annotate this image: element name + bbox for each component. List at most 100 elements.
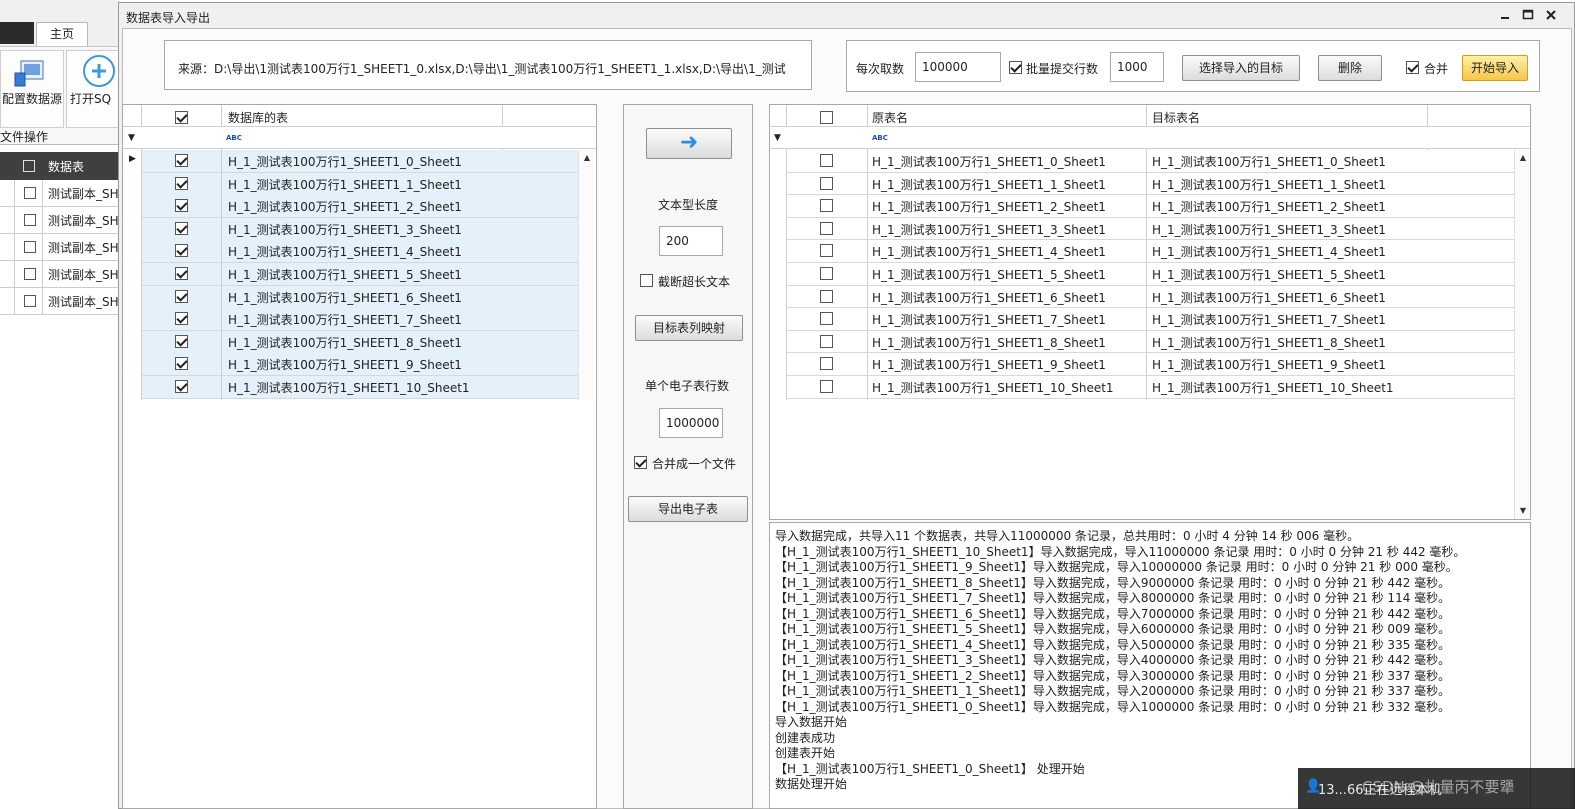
row-checkbox[interactable] bbox=[820, 334, 833, 348]
mapping-row[interactable]: H_1_测试表100万行1_SHEET1_8_Sheet1 H_1_测试表100万… bbox=[787, 331, 1514, 354]
target-table-name[interactable]: H_1_测试表100万行1_SHEET1_9_Sheet1 bbox=[1152, 356, 1386, 373]
row-checkbox[interactable] bbox=[175, 380, 188, 393]
left-grid-scrollbar[interactable]: ▲ bbox=[578, 150, 594, 400]
row-checkbox[interactable] bbox=[175, 199, 188, 213]
scroll-up-icon[interactable]: ▲ bbox=[1515, 150, 1531, 166]
mapping-row[interactable]: H_1_测试表100万行1_SHEET1_0_Sheet1 H_1_测试表100万… bbox=[787, 150, 1514, 173]
table-row[interactable]: H_1_测试表100万行1_SHEET1_8_Sheet1 bbox=[142, 330, 578, 354]
bg-row-checkbox[interactable] bbox=[24, 295, 36, 307]
row-checkbox[interactable] bbox=[820, 221, 833, 235]
table-row[interactable]: H_1_测试表100万行1_SHEET1_9_Sheet1 bbox=[142, 353, 578, 376]
row-checkbox[interactable] bbox=[175, 154, 188, 167]
source-path-label: 来源：D:\导出\1测试表100万行1_SHEET1_0.xlsx,D:\导出\… bbox=[178, 62, 786, 76]
row-checkbox[interactable] bbox=[820, 267, 833, 280]
row-checkbox[interactable] bbox=[175, 312, 188, 326]
table-row[interactable]: H_1_测试表100万行1_SHEET1_4_Sheet1 bbox=[142, 240, 578, 263]
target-table-name[interactable]: H_1_测试表100万行1_SHEET1_6_Sheet1 bbox=[1152, 289, 1386, 306]
bg-row[interactable]: 测试副本_SH bbox=[0, 234, 120, 261]
target-table-name[interactable]: H_1_测试表100万行1_SHEET1_0_Sheet1 bbox=[1152, 153, 1386, 170]
row-checkbox[interactable] bbox=[175, 176, 188, 190]
maximize-icon[interactable] bbox=[1520, 8, 1536, 22]
mapping-row[interactable]: H_1_测试表100万行1_SHEET1_7_Sheet1 H_1_测试表100万… bbox=[787, 308, 1514, 331]
text-filter-icon[interactable]: ABC bbox=[872, 134, 888, 142]
mapping-row[interactable]: H_1_测试表100万行1_SHEET1_5_Sheet1 H_1_测试表100万… bbox=[787, 263, 1514, 286]
table-row[interactable]: H_1_测试表100万行1_SHEET1_10_Sheet1 bbox=[142, 376, 578, 399]
target-table-name[interactable]: H_1_测试表100万行1_SHEET1_8_Sheet1 bbox=[1152, 334, 1386, 351]
table-name: H_1_测试表100万行1_SHEET1_7_Sheet1 bbox=[228, 313, 462, 328]
row-checkbox[interactable] bbox=[175, 289, 188, 303]
bulk-commit-checkbox[interactable] bbox=[1009, 61, 1022, 74]
delete-button[interactable]: 删除 bbox=[1318, 55, 1382, 81]
export-sheet-button[interactable]: 导出电子表 bbox=[628, 496, 748, 522]
target-table-name[interactable]: H_1_测试表100万行1_SHEET1_1_Sheet1 bbox=[1152, 176, 1386, 193]
truncate-checkbox[interactable] bbox=[640, 274, 653, 287]
mapping-row[interactable]: H_1_测试表100万行1_SHEET1_1_Sheet1 H_1_测试表100万… bbox=[787, 173, 1514, 196]
row-checkbox[interactable] bbox=[820, 357, 833, 371]
choose-target-button[interactable]: 选择导入的目标 bbox=[1182, 55, 1300, 81]
bg-row[interactable]: 测试副本_SH bbox=[0, 261, 120, 288]
right-header-select-all-checkbox[interactable] bbox=[820, 111, 833, 124]
bg-row[interactable]: 测试副本_SH bbox=[0, 207, 120, 234]
batch-size-input[interactable]: 100000 bbox=[915, 52, 1001, 82]
text-length-input[interactable]: 200 bbox=[659, 226, 723, 256]
table-row[interactable]: H_1_测试表100万行1_SHEET1_6_Sheet1 bbox=[142, 285, 578, 309]
bg-row-checkbox[interactable] bbox=[24, 214, 36, 226]
mapping-row[interactable]: H_1_测试表100万行1_SHEET1_9_Sheet1 H_1_测试表100万… bbox=[787, 353, 1514, 376]
row-checkbox[interactable] bbox=[820, 154, 833, 167]
merge-checkbox[interactable] bbox=[1406, 61, 1419, 74]
table-row[interactable]: H_1_测试表100万行1_SHEET1_5_Sheet1 bbox=[142, 263, 578, 286]
target-table-name[interactable]: H_1_测试表100万行1_SHEET1_2_Sheet1 bbox=[1152, 198, 1386, 215]
right-grid-scrollbar[interactable]: ▲ ▼ bbox=[1514, 150, 1530, 519]
target-table-name[interactable]: H_1_测试表100万行1_SHEET1_10_Sheet1 bbox=[1152, 379, 1394, 396]
left-header-select-all-checkbox[interactable] bbox=[175, 111, 188, 124]
target-table-name[interactable]: H_1_测试表100万行1_SHEET1_5_Sheet1 bbox=[1152, 266, 1386, 283]
row-checkbox[interactable] bbox=[820, 199, 833, 213]
mapping-row[interactable]: H_1_测试表100万行1_SHEET1_10_Sheet1 H_1_测试表100… bbox=[787, 376, 1514, 399]
scroll-down-icon[interactable]: ▼ bbox=[1515, 503, 1531, 519]
bg-row-checkbox[interactable] bbox=[24, 187, 36, 199]
row-checkbox[interactable] bbox=[175, 267, 188, 280]
filter-icon[interactable]: ▼ bbox=[774, 133, 781, 143]
config-datasource-button[interactable] bbox=[0, 50, 64, 128]
column-mapping-button[interactable]: 目标表列映射 bbox=[635, 315, 743, 341]
mapping-row[interactable]: H_1_测试表100万行1_SHEET1_3_Sheet1 H_1_测试表100万… bbox=[787, 218, 1514, 241]
bg-grid: 测试副本_SH 测试副本_SH 测试副本_SH 测试副本_SH 测试副本_SH bbox=[0, 180, 120, 315]
mapping-row[interactable]: H_1_测试表100万行1_SHEET1_6_Sheet1 H_1_测试表100万… bbox=[787, 286, 1514, 309]
row-checkbox[interactable] bbox=[175, 244, 188, 258]
row-checkbox[interactable] bbox=[175, 221, 188, 235]
row-checkbox[interactable] bbox=[820, 312, 833, 326]
table-row[interactable]: H_1_测试表100万行1_SHEET1_7_Sheet1 bbox=[142, 308, 578, 331]
bg-header-checkbox[interactable] bbox=[23, 160, 35, 172]
close-icon[interactable] bbox=[1543, 8, 1559, 22]
row-checkbox[interactable] bbox=[175, 334, 188, 348]
bulk-commit-input[interactable]: 1000 bbox=[1110, 52, 1164, 82]
bg-row[interactable]: 测试副本_SH bbox=[0, 180, 120, 207]
table-row[interactable]: H_1_测试表100万行1_SHEET1_3_Sheet1 bbox=[142, 217, 578, 241]
bg-row[interactable]: 测试副本_SH bbox=[0, 288, 120, 315]
row-checkbox[interactable] bbox=[820, 176, 833, 190]
target-table-name[interactable]: H_1_测试表100万行1_SHEET1_3_Sheet1 bbox=[1152, 221, 1386, 238]
tab-home[interactable]: 主页 bbox=[36, 22, 88, 46]
row-checkbox[interactable] bbox=[820, 380, 833, 393]
mapping-row[interactable]: H_1_测试表100万行1_SHEET1_4_Sheet1 H_1_测试表100万… bbox=[787, 240, 1514, 263]
rows-per-sheet-input[interactable]: 1000000 bbox=[659, 408, 723, 438]
move-right-arrow-button[interactable]: ➜ bbox=[646, 128, 732, 159]
row-checkbox[interactable] bbox=[820, 289, 833, 303]
target-table-name[interactable]: H_1_测试表100万行1_SHEET1_7_Sheet1 bbox=[1152, 311, 1386, 328]
minimize-icon[interactable] bbox=[1497, 8, 1513, 22]
table-row[interactable]: H_1_测试表100万行1_SHEET1_2_Sheet1 bbox=[142, 195, 578, 218]
row-checkbox[interactable] bbox=[175, 357, 188, 371]
scroll-up-icon[interactable]: ▲ bbox=[579, 150, 595, 166]
open-sql-button[interactable] bbox=[66, 50, 120, 128]
row-checkbox[interactable] bbox=[820, 244, 833, 258]
table-row[interactable]: H_1_测试表100万行1_SHEET1_1_Sheet1 bbox=[142, 172, 578, 196]
merge-file-checkbox[interactable] bbox=[634, 456, 647, 469]
bg-row-checkbox[interactable] bbox=[24, 268, 36, 280]
start-import-button[interactable]: 开始导入 bbox=[1462, 55, 1528, 81]
mapping-row[interactable]: H_1_测试表100万行1_SHEET1_2_Sheet1 H_1_测试表100万… bbox=[787, 195, 1514, 218]
target-table-name[interactable]: H_1_测试表100万行1_SHEET1_4_Sheet1 bbox=[1152, 243, 1386, 260]
filter-icon[interactable]: ▼ bbox=[128, 133, 135, 143]
text-filter-icon[interactable]: ABC bbox=[226, 134, 242, 142]
table-row[interactable]: H_1_测试表100万行1_SHEET1_0_Sheet1 bbox=[142, 150, 578, 173]
bg-row-checkbox[interactable] bbox=[24, 241, 36, 253]
